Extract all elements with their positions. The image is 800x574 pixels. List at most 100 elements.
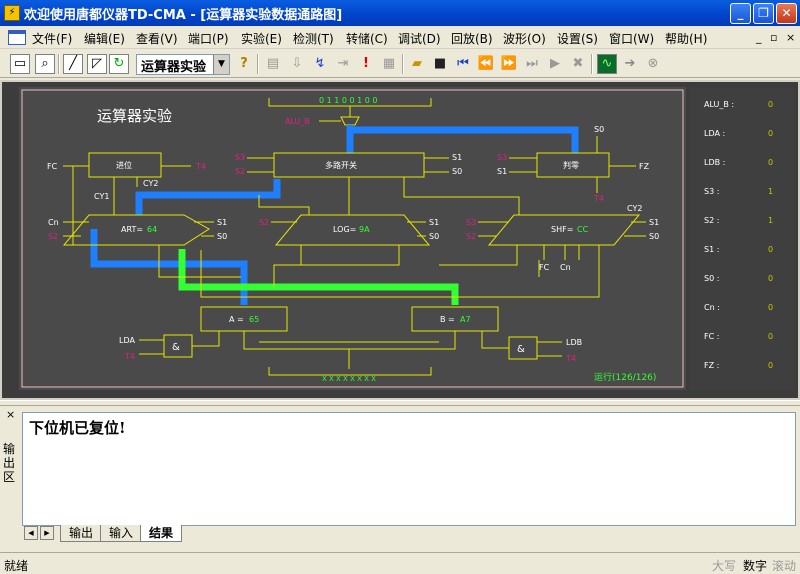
- cy2-label: CY2: [143, 179, 158, 188]
- art-s0-label: S0: [217, 232, 227, 241]
- document-icon[interactable]: [8, 30, 26, 45]
- help-cursor-icon[interactable]: ?: [234, 54, 254, 74]
- last-icon[interactable]: ⏭: [522, 54, 542, 74]
- register-value: 0: [768, 361, 774, 370]
- download-icon[interactable]: ⇩: [287, 54, 307, 74]
- zero-s3-signal: S3: [497, 153, 507, 162]
- rewind-icon[interactable]: ⏪: [476, 54, 496, 74]
- clear-icon[interactable]: ✖: [568, 54, 588, 74]
- memory-icon[interactable]: ▤: [263, 54, 283, 74]
- select-icon[interactable]: ▭: [10, 54, 30, 74]
- step-icon[interactable]: ⇥: [333, 54, 353, 74]
- register-name: Cn :: [704, 303, 720, 312]
- line-tool-icon[interactable]: ╱: [63, 54, 83, 74]
- output-text-area[interactable]: 下位机已复位!: [22, 412, 796, 526]
- carry-label: 进位: [116, 160, 132, 170]
- register-name: LDA :: [704, 129, 726, 138]
- register-value: 0: [768, 100, 774, 109]
- fast-forward-icon[interactable]: ⏩: [499, 54, 519, 74]
- output-tabs: ◀ ▶ 输出 输入 结果: [22, 525, 796, 543]
- reset-icon[interactable]: ▦: [379, 54, 399, 74]
- mdi-close-button[interactable]: ×: [786, 31, 795, 44]
- shf-s0-label: S0: [649, 232, 659, 241]
- menu-edit[interactable]: 编辑(E): [84, 30, 125, 47]
- mdi-restore-button[interactable]: ▫: [770, 31, 777, 44]
- shf-fc-label: FC: [539, 263, 550, 272]
- chevron-down-icon[interactable]: ▼: [213, 55, 229, 74]
- menu-playback[interactable]: 回放(B): [451, 30, 493, 47]
- register-name: FC :: [704, 332, 720, 341]
- refresh-icon[interactable]: ↻: [109, 54, 129, 74]
- save-icon[interactable]: ■: [430, 54, 450, 74]
- tab-output[interactable]: 输出: [60, 525, 103, 542]
- experiment-select[interactable]: 运算器实验 ▼: [136, 54, 230, 75]
- mux-label: 多路开关: [325, 160, 357, 170]
- log-s0-label: S0: [429, 232, 439, 241]
- zero-s0-label: S0: [594, 125, 604, 134]
- cancel-icon[interactable]: ⊗: [643, 54, 663, 74]
- bottom-bus-value: X X X X X X X X: [322, 375, 376, 383]
- menu-help[interactable]: 帮助(H): [665, 30, 707, 47]
- play-icon[interactable]: ▶: [545, 54, 565, 74]
- reg-a-value: 65: [249, 315, 259, 324]
- tab-result[interactable]: 结果: [140, 525, 183, 542]
- restore-button[interactable]: ❐: [753, 3, 774, 24]
- art-value: 64: [147, 225, 157, 234]
- first-icon[interactable]: ⏮: [453, 54, 473, 74]
- log-label: LOG=: [333, 225, 356, 234]
- waveform-icon[interactable]: ∿: [597, 54, 617, 74]
- reg-b-value: A7: [460, 315, 471, 324]
- close-button[interactable]: ✕: [776, 3, 797, 24]
- mux-s2-signal: S2: [235, 167, 245, 176]
- register-value: 1: [768, 216, 774, 225]
- register-name: S3 :: [704, 187, 720, 196]
- app-icon[interactable]: ⚡: [4, 5, 20, 21]
- arrow-right-icon[interactable]: ➔: [620, 54, 640, 74]
- shf-s1-label: S1: [649, 218, 659, 227]
- menu-view[interactable]: 查看(V): [136, 30, 178, 47]
- menu-debug[interactable]: 调试(D): [398, 30, 441, 47]
- datapath-diagram: 运算器实验 0 1 1 0 0 1 0 0 ALU_B 多路开关 S3 S2 S…: [19, 87, 686, 390]
- open-folder-icon[interactable]: ▰: [407, 54, 427, 74]
- menu-detect[interactable]: 检测(T): [293, 30, 334, 47]
- minimize-button[interactable]: _: [730, 3, 751, 24]
- menu-waveform[interactable]: 波形(O): [503, 30, 546, 47]
- shf-s2-signal: S2: [466, 232, 476, 241]
- close-icon[interactable]: ×: [6, 408, 15, 421]
- curve-tool-icon[interactable]: ◸: [87, 54, 107, 74]
- menu-experiment[interactable]: 实验(E): [241, 30, 282, 47]
- toolbar-separator: [58, 54, 60, 74]
- and-b-t4-signal: T4: [565, 354, 576, 363]
- register-name: LDB :: [704, 158, 726, 167]
- zero-t4-signal: T4: [593, 194, 604, 203]
- shf-s3-signal: S3: [466, 218, 476, 227]
- and-a-t4-signal: T4: [124, 352, 135, 361]
- tab-scroll-left-icon[interactable]: ◀: [24, 526, 38, 540]
- mdi-minimize-button[interactable]: _: [756, 31, 762, 44]
- run-status: 运行(126/126): [594, 371, 656, 383]
- zoom-icon[interactable]: ⌕: [35, 54, 55, 74]
- mux-s3-signal: S3: [235, 153, 245, 162]
- menu-settings[interactable]: 设置(S): [557, 30, 598, 47]
- menu-file[interactable]: 文件(F): [32, 30, 72, 47]
- tab-scroll-right-icon[interactable]: ▶: [40, 526, 54, 540]
- register-name: S2 :: [704, 216, 720, 225]
- experiment-select-value: 运算器实验: [141, 60, 207, 75]
- fz-signal: FZ: [639, 162, 650, 171]
- dock-title: 输出区: [3, 442, 16, 484]
- shf-cn-label: Cn: [560, 263, 571, 272]
- run-icon[interactable]: ↯: [310, 54, 330, 74]
- shf-label: SHF=: [551, 225, 573, 234]
- menu-port[interactable]: 端口(P): [188, 30, 229, 47]
- menu-window[interactable]: 窗口(W): [609, 30, 654, 47]
- mux-s1-label: S1: [452, 153, 462, 162]
- register-value: 0: [768, 158, 774, 167]
- reg-b-label: B =: [440, 315, 455, 324]
- menu-dump[interactable]: 转储(C): [346, 30, 388, 47]
- shf-value: CC: [577, 225, 589, 234]
- carry-t4-signal: T4: [195, 162, 206, 171]
- stop-icon[interactable]: !: [356, 54, 376, 74]
- tab-input[interactable]: 输入: [100, 525, 143, 542]
- and-gate-b-label: &: [517, 344, 525, 355]
- window-title: 欢迎使用唐都仪器TD-CMA - [运算器实验数据通路图]: [24, 8, 343, 23]
